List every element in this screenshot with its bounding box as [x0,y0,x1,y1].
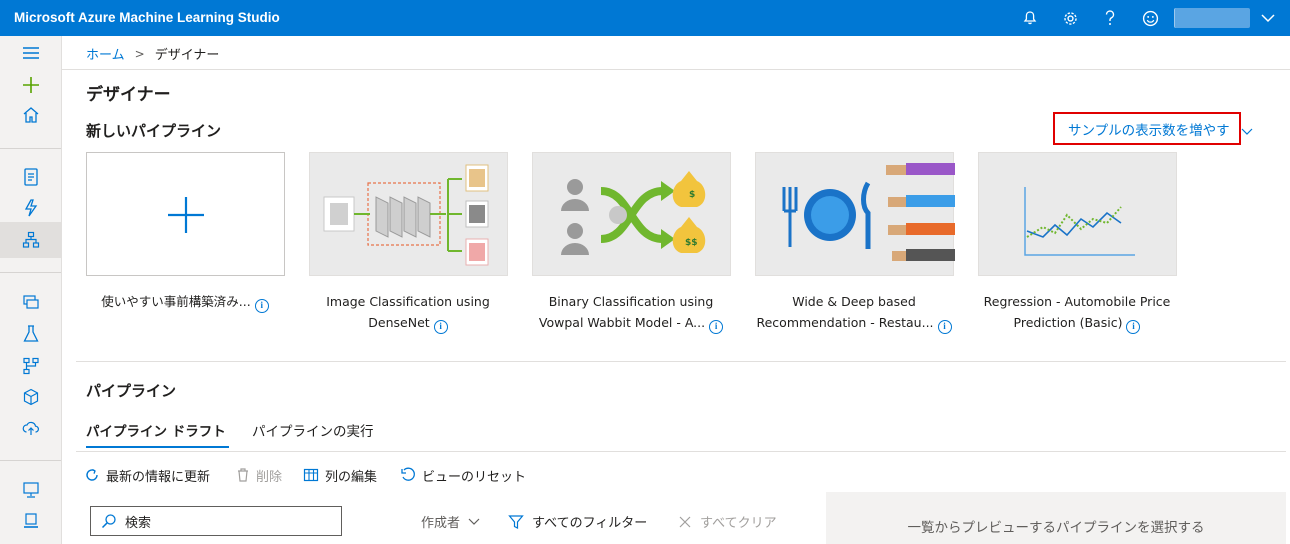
models-icon[interactable] [20,386,42,408]
new-pipeline-title: 新しいパイプライン [86,122,222,140]
breadcrumb-home-link[interactable]: ホーム [86,44,125,63]
card-title[interactable]: Image Classification using [293,291,523,312]
author-filter-dropdown[interactable]: 作成者 [421,512,480,531]
blank-pipeline-card[interactable] [86,152,285,276]
sample-card-wide-deep-recommendation[interactable] [755,152,955,276]
info-icon[interactable]: i [709,319,724,334]
active-tab-indicator [86,446,229,448]
user-account[interactable] [1174,8,1250,28]
edit-columns-button[interactable]: 列の編集 [303,465,377,485]
card-label[interactable]: Binary Classification using Vowpal Wabbi… [516,291,746,334]
close-icon [679,516,691,527]
regression-thumbnail-icon [1024,187,1135,256]
card-title[interactable]: Vowpal Wabbit Model - A... [539,315,705,330]
svg-text:$$: $$ [685,238,698,248]
pipelines-icon[interactable] [20,355,42,377]
search-placeholder: 検索 [125,515,152,531]
chevron-down-icon[interactable] [1241,121,1253,140]
help-icon[interactable] [1100,8,1120,28]
info-icon[interactable]: i [1126,319,1141,334]
bell-icon[interactable] [1020,8,1040,28]
datasets-icon[interactable] [20,291,42,313]
tab-pipeline-runs[interactable]: パイプラインの実行 [252,420,374,440]
plus-icon [168,197,204,233]
breadcrumb-current: デザイナー [154,48,220,63]
page-title: デザイナー [86,85,171,105]
card-title[interactable]: 使いやすい事前構築済み... [101,294,250,309]
info-icon[interactable]: i [937,319,952,334]
card-label[interactable]: Image Classification using DenseNet i [293,291,523,334]
more-samples-link[interactable]: サンプルの表示数を増やす [1053,112,1241,145]
sample-card-image-classification[interactable] [309,152,508,276]
card-label[interactable]: Regression - Automobile Price Prediction… [962,291,1192,334]
filter-icon [508,514,524,529]
automl-icon[interactable] [20,197,42,219]
datastores-icon[interactable] [20,510,42,532]
delete-button[interactable]: 削除 [236,465,282,485]
top-bar: Microsoft Azure Machine Learning Studio [0,0,1290,36]
svg-text:$: $ [689,190,695,200]
refresh-icon [86,468,98,481]
binary-classification-thumbnail-icon: $ $$ [561,171,706,255]
breadcrumb-separator: > [134,46,145,61]
home-icon[interactable] [20,104,42,126]
notebook-icon[interactable] [20,166,42,188]
hamburger-icon[interactable] [20,42,42,64]
top-bar-actions [1000,0,1278,36]
reset-view-button[interactable]: ビューのリセット [400,465,526,485]
search-input[interactable]: 検索 [90,506,342,536]
app-title[interactable]: Microsoft Azure Machine Learning Studio [14,10,280,25]
designer-icon[interactable] [20,229,42,251]
info-icon[interactable]: i [433,319,448,334]
reset-icon [401,467,415,481]
clear-all-button[interactable]: すべてクリア [678,512,777,531]
search-icon [101,514,116,529]
densenet-thumbnail-icon [323,164,489,266]
chevron-down-icon[interactable] [1258,8,1278,28]
nav-separator [0,460,61,461]
plus-icon[interactable] [20,74,42,96]
header-divider [62,69,1290,70]
compute-icon[interactable] [20,479,42,501]
sample-card-regression-automobile[interactable] [978,152,1177,276]
card-title[interactable]: Binary Classification using [516,291,746,312]
all-filters-button[interactable]: すべてのフィルター [508,512,647,531]
nav-separator [0,272,61,273]
info-icon[interactable]: i [254,298,269,313]
card-label[interactable]: 使いやすい事前構築済み... i [70,291,300,313]
card-title[interactable]: Regression - Automobile Price [962,291,1192,312]
endpoints-icon[interactable] [20,417,42,439]
section-divider [76,361,1286,362]
card-title[interactable]: Wide & Deep based [739,291,969,312]
chevron-down-icon [468,518,480,525]
preview-pane: 一覧からプレビューするパイプラインを選択する [826,492,1286,544]
left-nav [0,36,62,544]
experiments-icon[interactable] [20,323,42,345]
nav-separator [0,148,61,149]
card-title[interactable]: Prediction (Basic) [1014,315,1123,330]
recommendation-thumbnail-icon [782,163,955,261]
gear-icon[interactable] [1060,8,1080,28]
card-title[interactable]: Recommendation - Restau... [756,315,933,330]
pipelines-title: パイプライン [86,382,177,400]
preview-hint: 一覧からプレビューするパイプラインを選択する [907,520,1205,536]
refresh-button[interactable]: 最新の情報に更新 [84,465,210,485]
columns-icon [303,468,319,482]
card-title[interactable]: DenseNet [368,315,429,330]
tabs-divider [76,451,1286,452]
breadcrumb: ホーム > デザイナー [86,44,220,64]
trash-icon [238,468,248,482]
tab-pipeline-drafts[interactable]: パイプライン ドラフト [86,420,226,440]
sample-card-binary-classification[interactable]: $ $$ [532,152,731,276]
card-label[interactable]: Wide & Deep based Recommendation - Resta… [739,291,969,334]
smiley-icon[interactable] [1140,8,1160,28]
